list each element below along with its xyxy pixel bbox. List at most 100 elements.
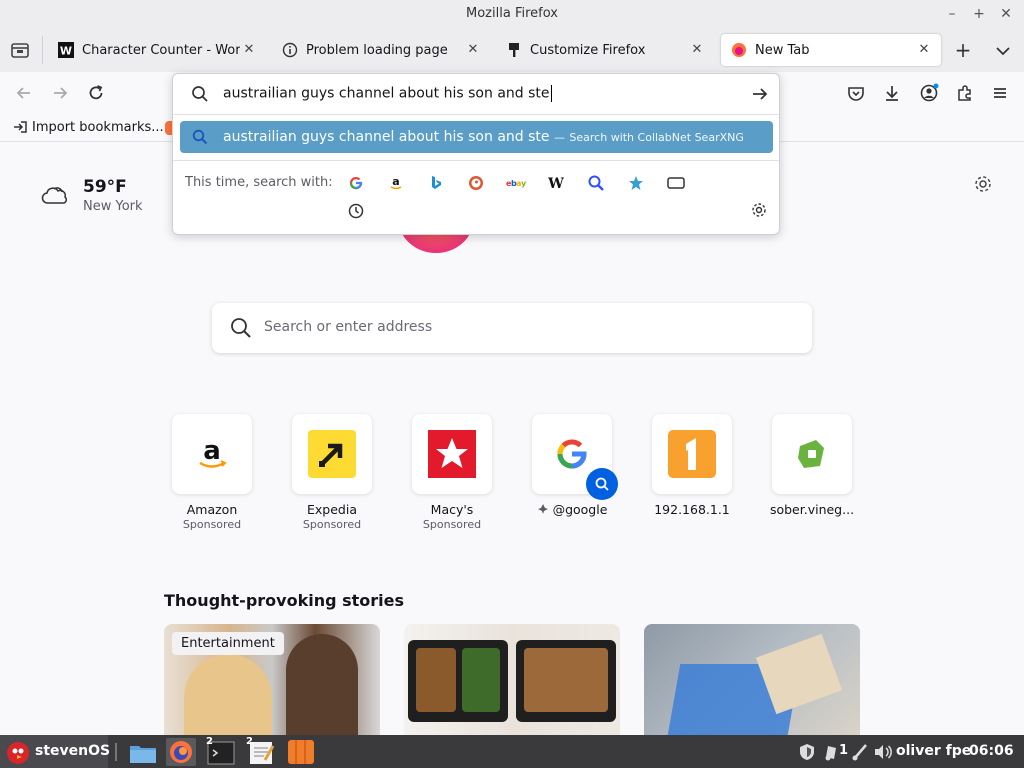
pocket-button[interactable] [842, 80, 870, 106]
svg-text:W: W [60, 45, 72, 58]
search-tabs-button[interactable] [665, 172, 687, 194]
stories-heading: Thought-provoking stories [164, 591, 405, 610]
taskbar-app[interactable] [286, 738, 316, 766]
extensions-button[interactable] [951, 80, 979, 106]
tab-problem-loading[interactable]: Problem loading page ✕ [272, 34, 490, 66]
top-site-router[interactable]: 192.168.1.1 [632, 414, 752, 517]
info-icon [282, 42, 298, 58]
forward-button[interactable] [46, 80, 74, 106]
tray-network[interactable] [851, 742, 869, 766]
urlbar-input[interactable]: austrailian guys channel about his son a… [223, 85, 552, 102]
tab-icon [667, 177, 685, 189]
divider [173, 114, 779, 115]
list-all-tabs-button[interactable] [992, 40, 1014, 62]
engine-amazon-button[interactable]: a [385, 172, 407, 194]
customize-button[interactable] [972, 173, 994, 195]
top-site-amazon[interactable]: a Amazon Sponsored [152, 414, 272, 531]
brush-icon [506, 42, 522, 58]
engine-duckduckgo-button[interactable] [465, 172, 487, 194]
search-history-button[interactable] [345, 200, 367, 222]
tab-new-tab[interactable]: New Tab ✕ [721, 34, 941, 66]
close-tab-icon[interactable]: ✕ [240, 41, 258, 59]
go-button[interactable] [749, 83, 771, 105]
close-tab-icon[interactable]: ✕ [688, 41, 706, 59]
account-button[interactable] [915, 80, 943, 106]
taskbar-terminal[interactable]: 2 [205, 736, 235, 766]
story-image [524, 648, 608, 712]
tray-clock[interactable]: 06:06 [969, 743, 1014, 759]
angry-bird-icon [7, 742, 29, 764]
story-card[interactable]: Entertainment [164, 624, 380, 735]
story-category-badge: Entertainment [172, 632, 284, 655]
bing-icon [432, 176, 441, 189]
tab-customize-firefox[interactable]: Customize Firefox ✕ [496, 34, 714, 66]
engine-google-button[interactable] [345, 172, 367, 194]
new-tab-button[interactable]: + [952, 40, 974, 62]
top-site-name: Macy's [430, 502, 474, 517]
title-bar: Mozilla Firefox – + ✕ [0, 0, 1024, 28]
pocket-icon [848, 87, 864, 101]
tile [652, 414, 732, 494]
close-window-button[interactable]: ✕ [996, 4, 1016, 24]
minimize-button[interactable]: – [942, 4, 962, 24]
search-icon [192, 129, 208, 145]
google-icon [349, 176, 363, 190]
search-box[interactable]: Search or enter address [212, 303, 812, 353]
top-site-sober-vinegar[interactable]: sober.vineg... [752, 414, 872, 517]
svg-text:W: W [547, 176, 564, 191]
close-tab-icon[interactable]: ✕ [464, 41, 482, 59]
terminal-count: 2 [206, 736, 213, 747]
sponsored-label: Sponsored [302, 518, 362, 531]
gear-icon [975, 176, 991, 192]
engine-searxng-button[interactable] [585, 172, 607, 194]
svg-text:y: y [521, 179, 526, 188]
svg-text:a: a [392, 175, 399, 188]
tab-character-counter[interactable]: W Character Counter - WordCo ✕ [48, 34, 266, 66]
ebay-icon: ebay [506, 179, 526, 188]
taskbar-editor[interactable]: 2 [245, 736, 275, 766]
tab-label: Customize Firefox [530, 42, 646, 58]
firefox-view-button[interactable] [8, 40, 32, 60]
top-site-name: 192.168.1.1 [654, 502, 730, 517]
tray-volume[interactable] [872, 742, 892, 766]
search-suggestion-row[interactable]: austrailian guys channel about his son a… [180, 121, 773, 153]
tile [412, 414, 492, 494]
taskbar-files[interactable] [128, 738, 158, 766]
top-site-macys[interactable]: Macy's Sponsored [392, 414, 512, 531]
back-button[interactable] [10, 80, 38, 106]
firefox-icon [170, 741, 192, 763]
import-bookmarks-button[interactable]: Import bookmarks... [12, 119, 164, 135]
tile [772, 414, 852, 494]
tab-label: Character Counter - WordCo [82, 42, 240, 58]
svg-text:a: a [203, 436, 221, 466]
engine-bing-button[interactable] [425, 172, 447, 194]
story-card[interactable] [644, 624, 860, 735]
start-menu-button[interactable]: stevenOS [0, 735, 110, 768]
story-image [286, 634, 358, 735]
wordcounter-icon: W [58, 42, 74, 58]
search-bookmarks-button[interactable] [625, 172, 647, 194]
taskbar-firefox[interactable] [166, 738, 196, 766]
search-settings-button[interactable] [750, 201, 768, 219]
story-card[interactable] [404, 624, 620, 735]
gear-icon [752, 203, 766, 217]
search-placeholder: Search or enter address [264, 319, 433, 335]
maximize-button[interactable]: + [969, 4, 989, 24]
tray-notifications[interactable] [822, 742, 840, 766]
puzzle-icon [958, 85, 971, 101]
top-site-name-row: @google [512, 502, 632, 517]
cloudy-weather-icon [41, 187, 68, 204]
reload-button[interactable] [82, 80, 110, 106]
engine-ebay-button[interactable]: ebay [505, 172, 527, 194]
close-tab-icon[interactable]: ✕ [915, 41, 933, 59]
top-site-expedia[interactable]: Expedia Sponsored [272, 414, 392, 531]
tray-security[interactable] [797, 742, 817, 766]
downloads-button[interactable] [878, 80, 906, 106]
firefox-icon [731, 42, 747, 58]
app-menu-button[interactable] [986, 80, 1014, 106]
engine-wikipedia-button[interactable]: W [545, 172, 567, 194]
clock-icon [348, 203, 364, 219]
shield-icon [800, 744, 814, 760]
top-site-google[interactable]: @google [512, 414, 632, 517]
urlbar-input-value: austrailian guys channel about his son a… [223, 85, 550, 102]
